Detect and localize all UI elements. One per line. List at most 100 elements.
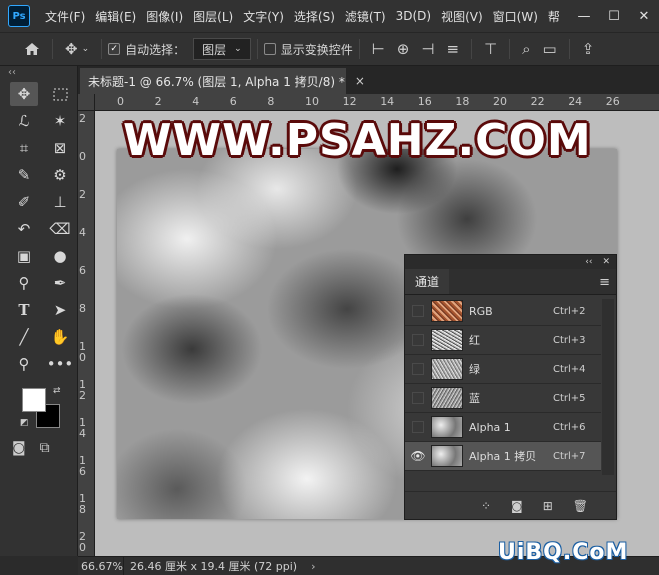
visibility-toggle[interactable] [405,297,431,326]
magic-wand-tool-icon[interactable]: ✶ [46,109,74,133]
ruler-tick-label: 0 [117,95,124,108]
home-icon[interactable] [0,42,46,56]
show-transform-checkbox[interactable] [263,43,276,55]
channel-row[interactable]: Alpha 1 Ctrl+6 [405,413,601,442]
watermark-text: WWW.PSAHZ.COM [123,115,592,166]
options-bar: ✥ ⌄ ✓ 自动选择： 图层 ⌄ 显示变换控件 ⊢ ⊕ ⊣ ≡ ⊤ ⌕ ▭ ⇪ [0,32,659,66]
zoom-tool-icon[interactable]: ⚲ [10,352,38,376]
line-tool-icon[interactable]: ╱ [10,325,38,349]
channel-row[interactable]: RGB Ctrl+2 [405,297,601,326]
channel-row[interactable]: 蓝 Ctrl+5 [405,384,601,413]
ruler-tick-label: 1 0 [79,340,86,364]
close-window-button[interactable]: ✕ [629,9,659,24]
auto-select-checkbox[interactable]: ✓ [108,43,121,55]
eye-icon[interactable]: 👁 [405,442,431,471]
close-panel-icon[interactable]: ✕ [602,257,610,267]
more-tools-icon[interactable]: ••• [46,352,74,376]
menu-window[interactable]: 窗口(W) [488,8,543,25]
menu-image[interactable]: 图像(I) [141,8,188,25]
default-colors-icon[interactable]: ◩ [20,418,29,428]
hand-tool-icon[interactable]: ✋ [46,325,74,349]
brush-tool-icon[interactable]: ✐ [10,190,38,214]
eyedropper-tool-icon[interactable]: ✎ [10,163,38,187]
channel-row[interactable]: 绿 Ctrl+4 [405,355,601,384]
panel-titlebar[interactable]: ‹‹ ✕ [405,255,616,269]
menu-filter[interactable]: 滤镜(T) [340,8,391,25]
type-tool-icon[interactable]: T [10,298,38,322]
new-channel-icon[interactable]: ⊞ [543,499,553,513]
auto-select-label: 自动选择： [125,42,186,57]
foreground-color-swatch[interactable] [22,388,46,412]
horizontal-ruler[interactable]: 0 2 4 6 8 10 12 14 16 18 20 22 24 26 [95,94,659,111]
document-tab[interactable]: 未标题-1 @ 66.7% (图层 1, Alpha 1 拷贝/8) * × [80,68,365,94]
channel-shortcut: Ctrl+2 [553,305,586,317]
align-top-icon[interactable]: ⊤ [478,40,503,58]
visibility-toggle[interactable] [405,413,431,442]
document-tab-bar: 未标题-1 @ 66.7% (图层 1, Alpha 1 拷贝/8) * × [78,66,659,94]
status-menu-arrow-icon[interactable]: › [311,560,315,573]
frame-tool-icon[interactable]: ⊠ [46,136,74,160]
menu-type[interactable]: 文字(Y) [238,8,289,25]
collapse-panel-icon[interactable]: ‹‹ [585,257,592,267]
visibility-toggle[interactable] [405,384,431,413]
vertical-ruler[interactable]: 2 0 2 4 6 8 1 0 1 2 1 4 1 6 1 8 2 0 [78,111,95,556]
lasso-tool-icon[interactable]: ℒ [10,109,38,133]
channels-panel: ‹‹ ✕ 通道 ≡ RGB Ctrl+2 红 Ctrl+3 绿 Ctrl+4 蓝 Ctrl+5… [404,254,617,520]
visibility-toggle[interactable] [405,326,431,355]
crop-tool-icon[interactable]: ⌗ [10,136,38,160]
load-selection-icon[interactable]: ⁘ [481,499,491,513]
panel-menu-icon[interactable]: ≡ [599,275,610,290]
stamp-tool-icon[interactable]: ⊥ [46,190,74,214]
dodge-tool-icon[interactable]: ⚲ [10,271,38,295]
delete-channel-icon[interactable]: 🗑 [573,499,588,513]
ruler-corner[interactable] [78,94,95,111]
move-tool-icon[interactable]: ✥ [10,82,38,106]
chevron-down-icon[interactable]: ⌄ [82,44,90,54]
share-icon[interactable]: ⇪ [576,40,601,58]
eraser-tool-icon[interactable]: ⌫ [46,217,74,241]
distribute-icon[interactable]: ≡ [440,40,465,58]
channel-row[interactable]: 👁 Alpha 1 拷贝 Ctrl+7 [405,442,601,471]
zoom-level[interactable]: 66.67% [78,557,124,575]
channel-row[interactable]: 红 Ctrl+3 [405,326,601,355]
menu-edit[interactable]: 编辑(E) [90,8,141,25]
marquee-tool-icon[interactable] [46,82,74,106]
pen-tool-icon[interactable]: ✒ [46,271,74,295]
ruler-tick-label: 10 [305,95,319,108]
maximize-button[interactable]: ☐ [599,9,629,24]
tab-channels[interactable]: 通道 [405,269,450,294]
path-selection-tool-icon[interactable]: ➤ [46,298,74,322]
screen-mode-icon[interactable]: ⧉ [40,440,50,456]
blur-tool-icon[interactable]: ● [46,244,74,268]
menu-layer[interactable]: 图层(L) [188,8,238,25]
align-left-icon[interactable]: ⊢ [366,40,391,58]
align-center-icon[interactable]: ⊕ [391,40,416,58]
move-tool-icon[interactable]: ✥ ⌄ [59,40,95,58]
chevron-down-icon: ⌄ [234,44,242,54]
menu-help[interactable]: 帮 [543,8,565,25]
swap-colors-icon[interactable]: ⇄ [53,386,61,396]
channel-name: RGB [469,304,493,318]
quick-mask-icon[interactable]: ◙ [12,440,26,456]
menu-select[interactable]: 选择(S) [289,8,340,25]
workspace-icon[interactable]: ▭ [537,40,563,58]
save-selection-icon[interactable]: ◙ [511,499,523,513]
ruler-tick-label: 2 [79,188,86,201]
patch-tool-icon[interactable]: ⚙ [46,163,74,187]
gradient-tool-icon[interactable]: ▣ [10,244,38,268]
channel-list: RGB Ctrl+2 红 Ctrl+3 绿 Ctrl+4 蓝 Ctrl+5 Alpha 1 Ctr… [405,297,601,471]
channels-scrollbar[interactable] [602,299,614,475]
menu-view[interactable]: 视图(V) [436,8,488,25]
align-right-icon[interactable]: ⊣ [415,40,440,58]
ruler-tick-label: 1 2 [79,378,86,402]
collapse-icon[interactable]: ‹‹ [0,66,77,80]
auto-select-target-dropdown[interactable]: 图层 ⌄ [193,38,251,60]
search-icon[interactable]: ⌕ [516,40,536,58]
minimize-button[interactable]: — [569,9,599,24]
close-tab-icon[interactable]: × [355,74,365,88]
visibility-toggle[interactable] [405,355,431,384]
history-brush-tool-icon[interactable]: ↶ [10,217,38,241]
menu-file[interactable]: 文件(F) [40,8,90,25]
ruler-tick-label: 0 [79,150,86,163]
menu-3d[interactable]: 3D(D) [391,9,436,23]
